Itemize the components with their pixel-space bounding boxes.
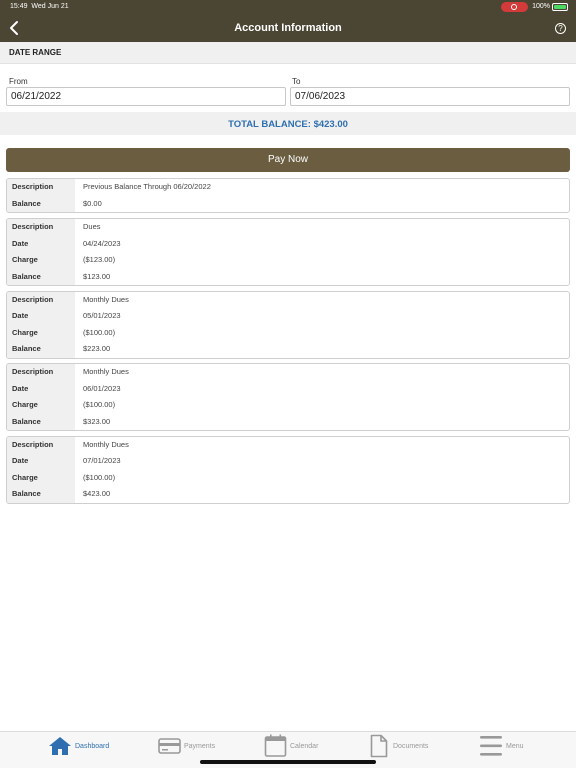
battery-icon	[552, 3, 568, 11]
date-value: 04/24/2023	[83, 238, 121, 248]
description-label: Description	[7, 364, 75, 381]
balance-value: $423.00	[83, 489, 111, 498]
description-value: Previous Balance Through 06/20/2022	[83, 182, 211, 191]
transaction-card: Description Previous Balance Through 06/…	[6, 178, 570, 213]
balance-row: Balance $223.00	[7, 341, 569, 358]
tab-calendar[interactable]: Calendar	[264, 732, 334, 762]
charge-label: Charge	[7, 469, 75, 486]
date-value: 06/01/2023	[83, 383, 121, 393]
charge-value: ($100.00)	[83, 327, 116, 337]
transaction-card: Description Monthly Dues Date 07/01/2023…	[6, 435, 570, 504]
from-date-field[interactable]: 06/21/2022	[6, 87, 286, 106]
description-row: Description Monthly Dues	[7, 291, 569, 308]
balance-row: Balance $123.00	[7, 268, 569, 285]
tab-label: Documents	[393, 743, 429, 750]
description-label: Description	[7, 291, 75, 308]
balance-value: $323.00	[83, 416, 111, 426]
document-icon	[370, 734, 388, 758]
description-row: Description Monthly Dues	[7, 436, 569, 453]
description-label: Description	[7, 179, 75, 196]
date-row: Date 06/01/2023	[7, 380, 569, 397]
tab-label: Calendar	[290, 743, 319, 750]
date-row: Date 04/24/2023	[7, 235, 569, 252]
charge-row: Charge ($100.00)	[7, 397, 569, 414]
tab-payments[interactable]: Payments	[158, 732, 228, 762]
date-label: Date	[7, 235, 75, 252]
charge-label: Charge	[7, 397, 75, 414]
tab-documents[interactable]: Documents	[370, 732, 450, 762]
tab-label: Payments	[184, 743, 216, 750]
date-label: Date	[7, 380, 75, 397]
total-balance-bar: TOTAL BALANCE: $423.00	[0, 112, 576, 135]
date-value: 07/01/2023	[83, 456, 121, 465]
description-row: Description Monthly Dues	[7, 364, 569, 381]
date-label: Date	[7, 308, 75, 325]
charge-label: Charge	[7, 252, 75, 269]
date-range-header: DATE RANGE	[0, 42, 576, 64]
transaction-card: Description Monthly Dues Date 06/01/2023…	[6, 363, 570, 431]
status-time: 15:49 Wed Jun 21	[10, 3, 69, 10]
balance-row: Balance $0.00	[7, 195, 569, 212]
charge-label: Charge	[7, 324, 75, 341]
home-icon	[49, 737, 71, 755]
balance-value: $223.00	[83, 344, 111, 353]
charge-row: Charge ($100.00)	[7, 469, 569, 486]
balance-value: $123.00	[83, 271, 111, 281]
charge-value: ($100.00)	[83, 472, 116, 482]
tab-label: Menu	[506, 743, 524, 750]
from-label: From	[9, 77, 28, 86]
balance-label: Balance	[7, 413, 75, 430]
battery-percent: 100%	[532, 3, 550, 10]
pay-now-button[interactable]: Pay Now	[6, 148, 570, 172]
balance-row: Balance $323.00	[7, 413, 569, 430]
transaction-card: Description Monthly Dues Date 05/01/2023…	[6, 290, 570, 359]
description-value: Monthly Dues	[83, 367, 129, 376]
description-label: Description	[7, 219, 75, 236]
total-balance: TOTAL BALANCE: $423.00	[228, 119, 348, 130]
description-value: Dues	[83, 222, 101, 231]
date-row: Date 07/01/2023	[7, 453, 569, 470]
description-row: Description Previous Balance Through 06/…	[7, 179, 569, 196]
date-value: 05/01/2023	[83, 311, 121, 320]
description-label: Description	[7, 436, 75, 453]
credit-card-icon	[158, 738, 181, 754]
tab-menu[interactable]: Menu	[479, 732, 549, 762]
calendar-icon	[264, 734, 287, 757]
page-title: Account Information	[234, 22, 342, 34]
balance-label: Balance	[7, 486, 75, 503]
charge-value: ($123.00)	[83, 255, 116, 264]
balance-value: $0.00	[83, 198, 102, 208]
app-header: 15:49 Wed Jun 21 100% Account Informatio…	[0, 0, 576, 42]
date-label: Date	[7, 453, 75, 470]
menu-icon	[480, 736, 502, 756]
screen-recording-icon	[501, 2, 528, 12]
status-bar: 15:49 Wed Jun 21 100%	[0, 0, 576, 14]
date-range-label: DATE RANGE	[9, 48, 62, 57]
description-row: Description Dues	[7, 219, 569, 236]
charge-row: Charge ($123.00)	[7, 252, 569, 269]
transaction-card: Description Dues Date 04/24/2023 Charge …	[6, 218, 570, 286]
home-indicator[interactable]	[200, 760, 376, 764]
to-label: To	[292, 77, 301, 86]
description-value: Monthly Dues	[83, 294, 129, 304]
charge-value: ($100.00)	[83, 400, 116, 409]
to-date-field[interactable]: 07/06/2023	[290, 87, 570, 106]
date-row: Date 05/01/2023	[7, 308, 569, 325]
tab-dashboard[interactable]: Dashboard	[48, 732, 118, 762]
balance-label: Balance	[7, 268, 75, 285]
charge-row: Charge ($100.00)	[7, 324, 569, 341]
balance-label: Balance	[7, 341, 75, 358]
description-value: Monthly Dues	[83, 439, 129, 449]
balance-row: Balance $423.00	[7, 486, 569, 503]
tab-label: Dashboard	[75, 743, 110, 750]
help-icon[interactable]: ?	[555, 23, 566, 34]
balance-label: Balance	[7, 195, 75, 212]
